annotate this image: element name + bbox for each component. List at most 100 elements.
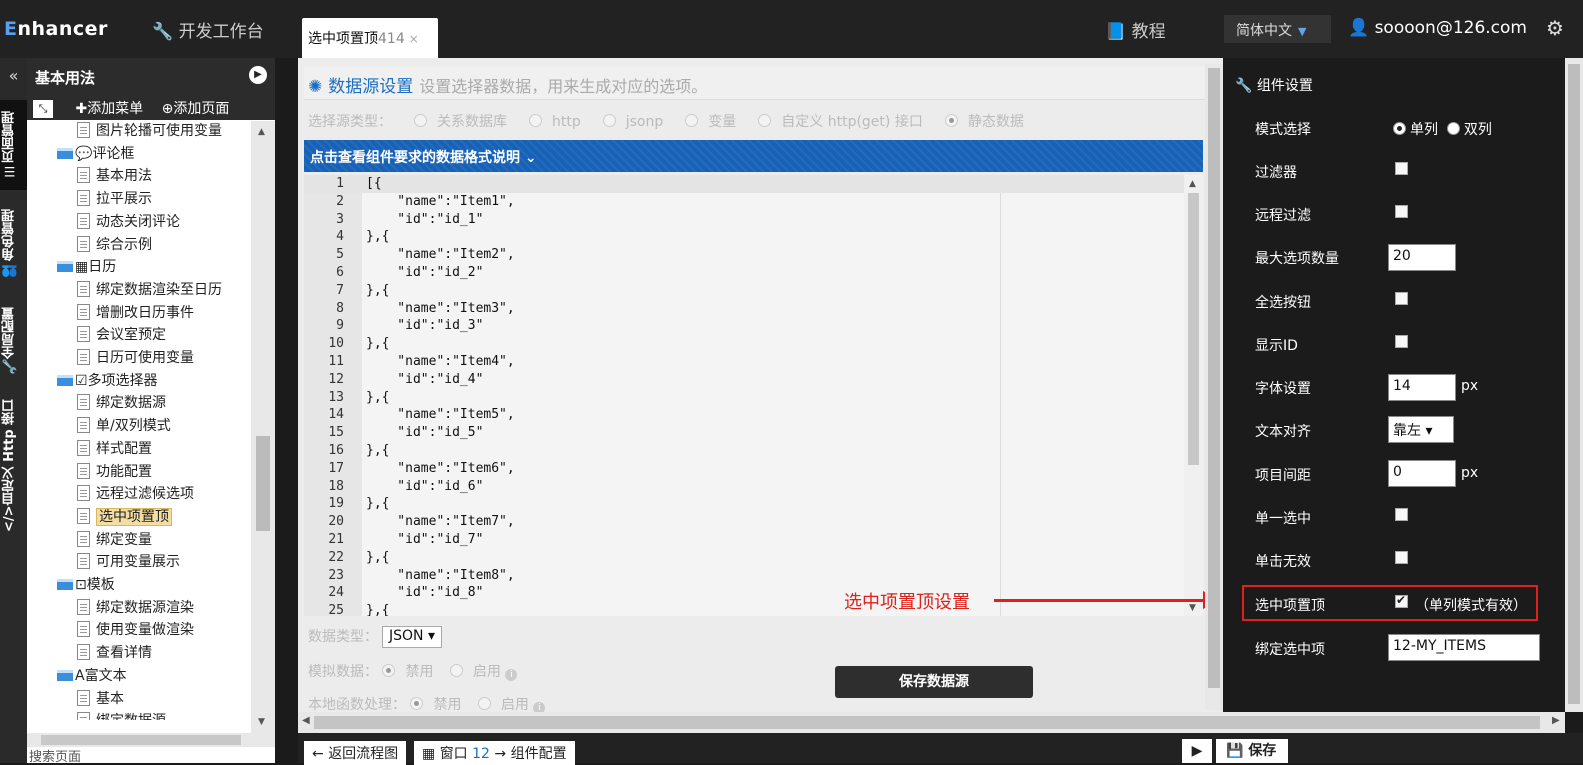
tree-page-item[interactable]: 基本 <box>77 688 124 710</box>
tree-page-item[interactable]: 会议室预定 <box>77 324 166 346</box>
tree-page-item[interactable]: 绑定数据源 <box>77 392 166 414</box>
show-id-checkbox[interactable] <box>1395 335 1408 348</box>
editor-scroll-thumb[interactable] <box>1188 193 1199 465</box>
source-type-radio[interactable] <box>602 114 616 127</box>
tree-page-item[interactable]: 拉平展示 <box>77 188 152 210</box>
source-type-radio[interactable] <box>944 114 958 127</box>
tree-scrollbar[interactable]: ▲ ▼ <box>251 121 275 733</box>
single-select-checkbox[interactable] <box>1395 508 1408 521</box>
tree-page-item[interactable]: 日历可使用变量 <box>77 347 194 369</box>
bind-selected-input[interactable]: 12-MY_ITEMS <box>1388 634 1540 661</box>
tree-hscrollbar[interactable] <box>27 733 275 747</box>
tab-role-manage[interactable]: 👥角色管理 <box>0 198 27 288</box>
format-hint-bar[interactable]: 点击查看组件要求的数据格式说明 ⌄ <box>304 140 1203 172</box>
max-options-input[interactable]: 20 <box>1388 244 1456 271</box>
tree-page-item[interactable]: 动态关闭评论 <box>77 211 180 233</box>
source-type-option[interactable]: http <box>529 114 581 130</box>
tree-page-item[interactable]: 查看详情 <box>77 642 152 664</box>
source-type-option[interactable]: 变量 <box>685 114 736 130</box>
tree-page-item[interactable]: 增删改日历事件 <box>77 302 194 324</box>
font-size-input[interactable]: 14 <box>1388 374 1456 401</box>
scroll-up-icon[interactable]: ▲ <box>1189 179 1196 189</box>
shrink-icon[interactable]: ⤡ <box>33 100 53 118</box>
add-page-button[interactable]: ⊕添加页面 <box>162 101 230 117</box>
tree-page-item[interactable]: 基本用法 <box>77 165 152 187</box>
tree-page-item[interactable]: 绑定变量 <box>77 529 152 551</box>
tree-page-item[interactable]: 绑定数据源渲染 <box>77 597 194 619</box>
select-all-checkbox[interactable] <box>1395 292 1408 305</box>
info-icon[interactable]: i <box>505 669 518 681</box>
app-logo[interactable]: Enhancer <box>4 18 108 40</box>
local-fn-disable-radio[interactable] <box>410 697 424 710</box>
local-fn-enable-radio[interactable] <box>477 697 491 710</box>
tree-folder[interactable]: ⊡模板 <box>57 574 115 596</box>
save-button[interactable]: 💾 保存 <box>1216 739 1288 763</box>
tree-hscroll-thumb[interactable] <box>41 735 241 745</box>
source-type-option[interactable]: 自定义 http(get) 接口 <box>758 114 923 130</box>
page-tab[interactable]: 选中项置顶414 × <box>302 18 438 58</box>
devbench-link[interactable]: 🔧 开发工作台 <box>152 17 264 42</box>
scroll-down-icon[interactable]: ▼ <box>1189 603 1196 613</box>
scroll-left-icon[interactable]: ◀ <box>302 715 310 726</box>
source-type-radio[interactable] <box>685 114 699 127</box>
tree-page-item[interactable]: 可用变量展示 <box>77 551 180 573</box>
back-button[interactable]: ← 返回流程图 <box>304 741 407 765</box>
item-spacing-input[interactable]: 0 <box>1388 460 1456 487</box>
code-editor[interactable]: 1[{2 "name":"Item1", 3 "id":"id_1" 4},{5 "… <box>304 175 1203 616</box>
main-hscroll-thumb[interactable] <box>314 716 1540 729</box>
tree-page-item[interactable]: 使用变量做渲染 <box>77 619 194 641</box>
source-type-radio[interactable] <box>529 114 542 127</box>
window-breadcrumb[interactable]: ▦ 窗口 12 → 组件配置 <box>414 741 575 765</box>
close-icon[interactable]: × <box>409 32 419 46</box>
tree-search-input[interactable]: 搜索页面 <box>27 747 275 763</box>
tree-folder[interactable]: A富文本 <box>57 665 127 687</box>
tab-page-manage[interactable]: ☰页面管理 <box>0 100 27 190</box>
source-type-option[interactable]: 静态数据 <box>944 114 1024 130</box>
source-type-option[interactable]: 关系数据库 <box>414 114 507 130</box>
source-type-option[interactable]: jsonp <box>602 114 663 130</box>
save-datasource-button[interactable]: 保存数据源 <box>835 666 1033 698</box>
tree-page-item[interactable]: 样式配置 <box>77 438 152 460</box>
gear-icon[interactable]: ⚙ <box>1546 16 1564 40</box>
right-scroll-thumb[interactable] <box>1568 64 1580 704</box>
add-menu-button[interactable]: ✚添加菜单 <box>75 101 143 117</box>
play-button[interactable]: ▶ <box>1182 739 1212 763</box>
tab-global-config[interactable]: 🔧全局配置 <box>0 296 27 386</box>
tree-scroll-thumb[interactable] <box>256 436 270 531</box>
source-type-radio[interactable] <box>414 114 427 127</box>
tree-folder[interactable]: ☑多项选择器 <box>57 370 158 392</box>
mode-double-radio[interactable] <box>1446 122 1460 135</box>
tab-custom-http[interactable]: </>自定义 Http 接口 <box>0 398 27 538</box>
mock-enable-radio[interactable] <box>449 664 463 677</box>
editor-scrollbar[interactable]: ▲ ▼ <box>1184 175 1203 616</box>
scroll-down-icon[interactable]: ▼ <box>258 717 265 727</box>
main-hscrollbar[interactable]: ◀ ▶ <box>298 712 1565 733</box>
tree-folder[interactable]: ▦日历 <box>57 256 116 278</box>
tree-page-item[interactable]: 功能配置 <box>77 461 152 483</box>
remote-filter-checkbox[interactable] <box>1395 205 1408 218</box>
tree-page-item[interactable]: 选中项置顶 <box>77 506 172 528</box>
tree-page-item[interactable]: 远程过滤候选项 <box>77 483 194 505</box>
tree-page-item[interactable]: 图片轮播可使用变量 <box>77 120 222 142</box>
center-scroll-thumb[interactable] <box>1208 68 1220 688</box>
click-disable-checkbox[interactable] <box>1395 551 1408 564</box>
user-menu[interactable]: 👤 soooon@126.com <box>1348 18 1527 38</box>
language-select[interactable]: 简体中文 ▼ <box>1224 15 1331 43</box>
scroll-right-icon[interactable]: ▶ <box>1552 715 1560 726</box>
pin-selected-checkbox[interactable] <box>1395 593 1408 608</box>
tree-page-item[interactable]: 单/双列模式 <box>77 415 171 437</box>
scroll-up-icon[interactable]: ▲ <box>258 127 265 137</box>
tutorial-link[interactable]: 📘 教程 <box>1105 17 1166 42</box>
mode-single-radio[interactable] <box>1393 122 1406 135</box>
text-align-select[interactable]: 靠左 ▾ <box>1388 416 1454 443</box>
source-type-radio[interactable] <box>758 114 772 127</box>
play-icon[interactable]: ▶ <box>249 66 267 84</box>
mock-disable-radio[interactable] <box>382 664 396 677</box>
tree-folder[interactable]: 💬评论框 <box>57 143 134 165</box>
collapse-icon[interactable]: « <box>0 66 27 96</box>
filter-checkbox[interactable] <box>1395 162 1408 175</box>
tree-page-item[interactable]: 绑定数据渲染至日历 <box>77 279 222 301</box>
tree-page-item[interactable]: 综合示例 <box>77 234 152 256</box>
tree-page-item[interactable]: 绑定数据源 <box>77 710 166 720</box>
data-type-select[interactable]: JSON ▾ <box>382 626 442 648</box>
